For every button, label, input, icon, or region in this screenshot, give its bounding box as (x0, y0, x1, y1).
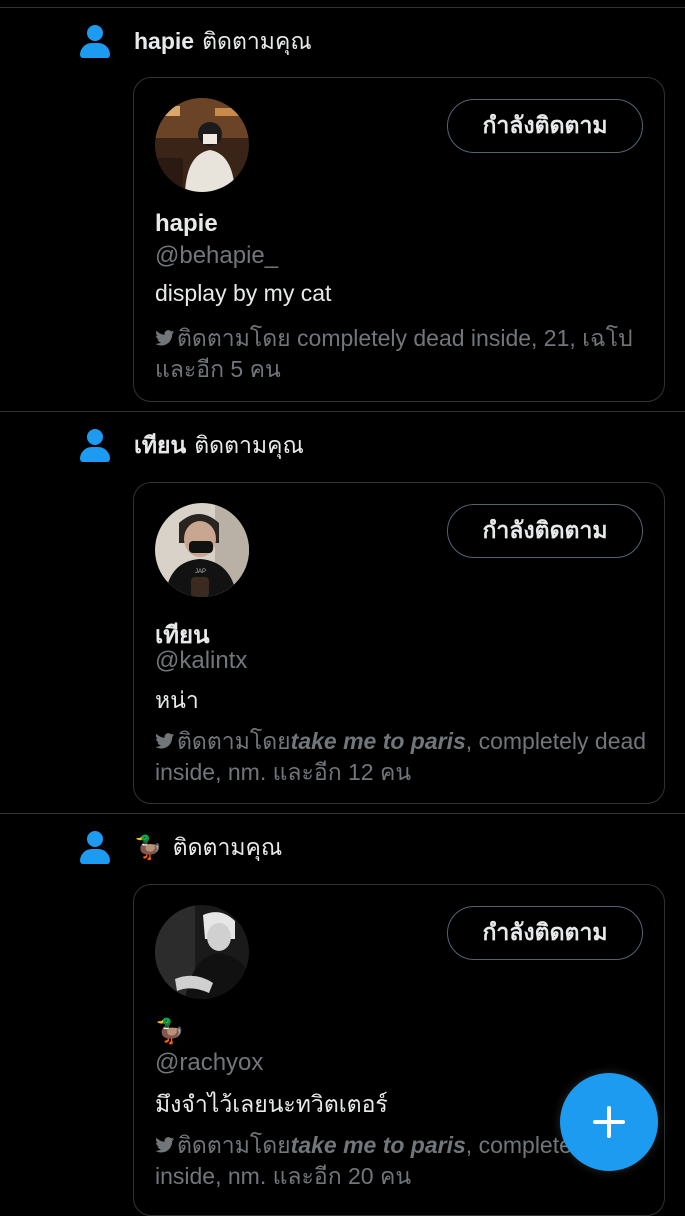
following-button[interactable]: กำลังติดตาม (447, 906, 643, 960)
twitter-bird-icon (155, 726, 175, 749)
user-card[interactable]: JAP กำลังติดตาม เทียน @kalintx หน่า ติดต… (133, 482, 665, 804)
user-handle[interactable]: @behapie_ (155, 242, 278, 270)
following-button[interactable]: กำลังติดตาม (447, 504, 643, 558)
user-bio: display by my cat (155, 280, 332, 306)
user-bio: หน่า (155, 687, 199, 713)
twitter-bird-icon (155, 1130, 175, 1153)
user-display-name[interactable]: hapie (155, 210, 218, 238)
avatar[interactable] (155, 98, 249, 192)
followed-by-text: ติดตามโดย completely dead inside, 21, เฉ… (155, 323, 655, 385)
following-button[interactable]: กำลังติดตาม (447, 99, 643, 153)
person-icon (80, 25, 110, 59)
notification-action-text: ติดตามคุณ (172, 834, 283, 860)
user-handle[interactable]: @kalintx (155, 647, 247, 675)
avatar[interactable]: JAP (155, 503, 249, 597)
user-bio: มึงจำไว้เลยนะทวิตเตอร์ (155, 1091, 388, 1117)
notification-actor-name[interactable]: hapie (134, 28, 194, 54)
notification-actor-name[interactable]: เทียน (134, 432, 186, 458)
person-icon (80, 429, 110, 463)
user-card[interactable]: กำลังติดตาม 🦆 @rachyox มึงจำไว้เลยนะทวิต… (133, 884, 665, 1216)
user-card[interactable]: กำลังติดตาม hapie @behapie_ display by m… (133, 77, 665, 402)
notification-actor-name[interactable]: 🦆 (134, 834, 163, 860)
user-display-name[interactable]: 🦆 (155, 1017, 185, 1046)
followed-by-prefix: ติดตามโดย (177, 1132, 291, 1158)
compose-tweet-button[interactable] (560, 1073, 658, 1171)
svg-text:JAP: JAP (195, 569, 206, 575)
followed-by-prefix: ติดตามโดย (177, 325, 291, 351)
divider (0, 411, 685, 412)
user-handle[interactable]: @rachyox (155, 1049, 263, 1077)
divider (0, 813, 685, 814)
followed-by-bold[interactable]: take me to paris (291, 1132, 466, 1158)
notification-action-text: ติดตามคุณ (202, 28, 312, 54)
top-divider (0, 7, 685, 8)
avatar[interactable] (155, 905, 249, 999)
twitter-bird-icon (155, 323, 175, 346)
followed-by-prefix: ติดตามโดย (177, 728, 291, 754)
notification-action-text: ติดตามคุณ (194, 432, 304, 458)
person-icon (80, 831, 110, 865)
followed-by-text: ติดตามโดยtake me to paris, completely de… (155, 726, 655, 788)
plus-icon (593, 1106, 625, 1138)
followed-by-bold[interactable]: take me to paris (291, 728, 466, 754)
